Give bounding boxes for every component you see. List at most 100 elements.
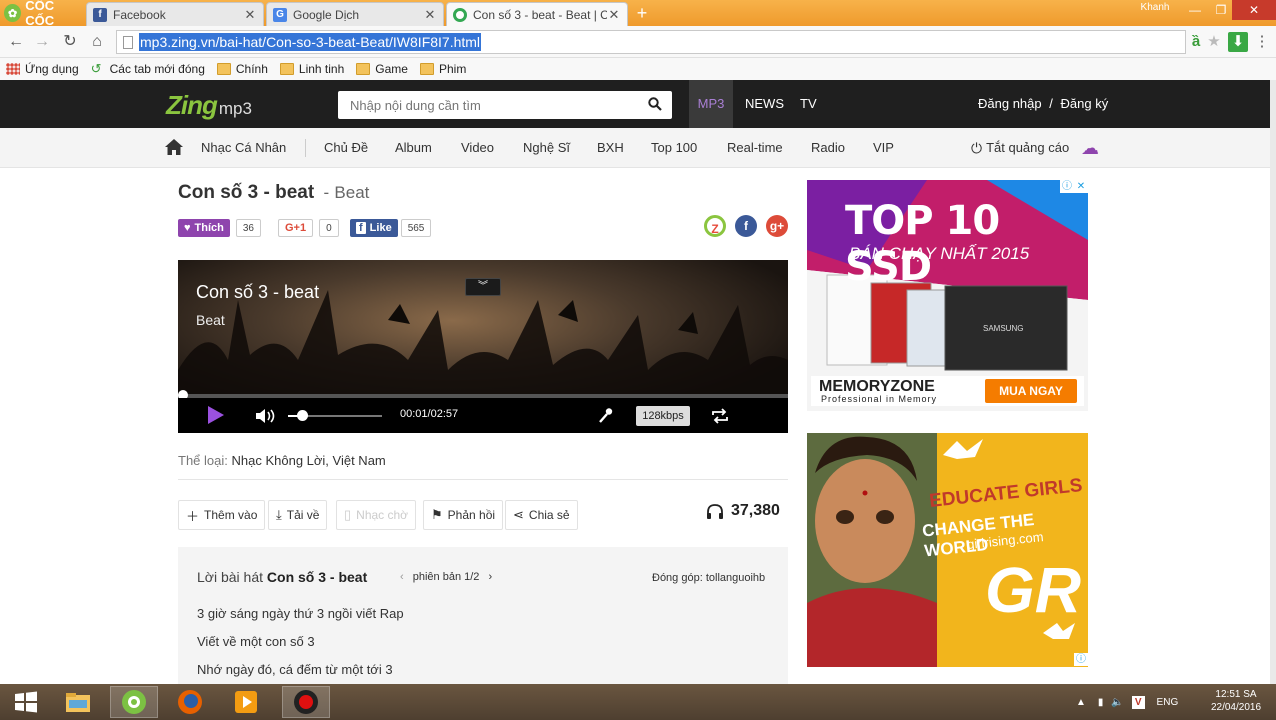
tab-google-translate[interactable]: G Google Dịch ✕: [266, 2, 444, 26]
educate-girls-advertisement[interactable]: EDUCATE GIRLS CHANGE THE WORLD girlrisin…: [807, 433, 1088, 667]
bookmark-folder-phim[interactable]: Phim: [419, 62, 466, 76]
register-link[interactable]: Đăng ký: [1061, 96, 1109, 111]
lyric-line: 3 giờ sáng ngày thứ 3 ngồi viết Rap: [197, 606, 404, 621]
adchoices-icon[interactable]: ⓘ: [1060, 180, 1074, 193]
menu-icon[interactable]: ⋮: [1252, 32, 1272, 52]
start-button[interactable]: [2, 686, 50, 718]
menu-item-radio[interactable]: Radio: [811, 128, 845, 168]
bookmark-apps[interactable]: Ứng dụng: [6, 62, 79, 76]
quality-selector[interactable]: 128kbps: [636, 406, 690, 426]
ringback-button[interactable]: ▯ Nhạc chờ: [336, 500, 417, 530]
ad1-buy-button[interactable]: MUA NGAY: [985, 384, 1077, 398]
reload-icon[interactable]: ↻: [60, 32, 80, 52]
bookmark-recent-tabs[interactable]: ↺ Các tab mới đóng: [91, 62, 205, 76]
taskbar-clock[interactable]: 12:51 SA 22/04/2016: [1204, 688, 1268, 714]
top-nav-tv[interactable]: TV: [800, 80, 817, 128]
web-page: Zing mp3 MP3 NEWS TV Đăng nhập / Đăng ký…: [0, 80, 1270, 684]
menu-item-real-time[interactable]: Real-time: [727, 128, 783, 168]
unikey-icon[interactable]: V: [1131, 695, 1145, 709]
like-button[interactable]: ♥ Thích: [178, 219, 230, 237]
tab-title: Facebook: [113, 7, 166, 22]
play-icon[interactable]: [208, 406, 224, 424]
genre-value[interactable]: Nhạc Không Lời, Việt Nam: [232, 453, 386, 468]
top-nav-mp3[interactable]: MP3: [689, 80, 733, 128]
disable-ads-toggle[interactable]: ⏻ Tắt quảng cáo: [971, 128, 1069, 168]
address-bar[interactable]: mp3.zing.vn/bai-hat/Con-so-3-beat-Beat/I…: [116, 30, 1186, 54]
tray-expand-icon[interactable]: ▲: [1076, 697, 1086, 708]
media-player-taskbar-button[interactable]: [222, 686, 270, 718]
audio-player: Con số 3 - beat Beat ︾ 00:01/02:57 128kb…: [178, 260, 788, 433]
bookmark-folder-chinh[interactable]: Chính: [216, 62, 268, 76]
volume-handle[interactable]: [297, 410, 308, 421]
menu-item-album[interactable]: Album: [395, 128, 432, 168]
file-explorer-button[interactable]: [54, 686, 102, 718]
close-tab-icon[interactable]: ✕: [607, 7, 621, 23]
back-arrow-icon[interactable]: ←: [6, 32, 26, 52]
zing-mp3-logo[interactable]: Zing mp3: [166, 90, 252, 121]
close-window-icon[interactable]: ✕: [1232, 0, 1276, 20]
login-link[interactable]: Đăng nhập: [978, 96, 1042, 111]
feedback-button[interactable]: ⚑ Phản hồi: [423, 500, 504, 530]
page-scrollbar[interactable]: [1270, 80, 1276, 684]
top-nav-news[interactable]: NEWS: [745, 80, 784, 128]
recorder-taskbar-button[interactable]: [282, 686, 330, 718]
google-plus-share-icon[interactable]: g+: [766, 215, 788, 237]
chevron-left-icon[interactable]: ‹: [400, 571, 404, 583]
home-icon[interactable]: [164, 138, 184, 156]
network-icon[interactable]: ▮: [1098, 697, 1104, 708]
bookmark-star-icon[interactable]: ★: [1204, 32, 1224, 52]
close-tab-icon[interactable]: ✕: [243, 7, 257, 23]
contributor-name[interactable]: tollanguoihb: [706, 572, 765, 584]
share-button[interactable]: ⋖ Chia sẻ: [505, 500, 578, 530]
collapse-chevron-icon[interactable]: ︾: [465, 278, 501, 296]
coccoc-menu-button[interactable]: ✿ CỐC CỐC: [0, 0, 84, 28]
volume-icon[interactable]: [254, 407, 278, 425]
new-tab-button[interactable]: +: [632, 4, 652, 22]
menu-item-vip[interactable]: VIP: [873, 128, 894, 168]
home-icon[interactable]: ⌂: [87, 32, 107, 52]
add-to-playlist-button[interactable]: ＋ Thêm vào: [178, 500, 266, 530]
contributor-label: Đóng góp:: [652, 572, 703, 584]
coccoc-dictionary-icon[interactable]: ȁ: [1186, 32, 1206, 52]
ad-close-icon[interactable]: ✕: [1074, 180, 1088, 193]
repeat-icon[interactable]: [710, 407, 730, 425]
menu-item-chu-de[interactable]: Chủ Đề: [324, 128, 368, 168]
song-artist-link[interactable]: Beat: [334, 183, 369, 202]
menu-item-top-100[interactable]: Top 100: [651, 128, 697, 168]
search-input[interactable]: [350, 97, 640, 113]
gplus-button[interactable]: G+1: [278, 219, 314, 237]
bookmark-folder-linh-tinh[interactable]: Linh tinh: [279, 62, 344, 76]
player-artist[interactable]: Beat: [196, 312, 225, 328]
download-icon[interactable]: ⬇: [1228, 32, 1248, 52]
auth-links: Đăng nhập / Đăng ký: [978, 80, 1108, 128]
url-text[interactable]: mp3.zing.vn/bai-hat/Con-so-3-beat-Beat/I…: [139, 33, 482, 51]
coccoc-taskbar-button[interactable]: [110, 686, 158, 718]
chevron-right-icon[interactable]: ›: [488, 571, 492, 583]
facebook-share-icon[interactable]: f: [735, 215, 757, 237]
firefox-taskbar-button[interactable]: [166, 686, 214, 718]
menu-item-nghe-si[interactable]: Nghệ Sĩ: [523, 128, 570, 168]
bookmark-folder-game[interactable]: Game: [356, 62, 408, 76]
menu-item-bxh[interactable]: BXH: [597, 128, 624, 168]
forward-arrow-icon[interactable]: →: [32, 32, 52, 52]
close-tab-icon[interactable]: ✕: [423, 7, 437, 23]
user-profile-badge[interactable]: Khanh: [1132, 0, 1178, 16]
zing-share-icon[interactable]: Z: [704, 215, 726, 237]
record-icon: [294, 690, 318, 714]
search-icon[interactable]: [648, 97, 662, 111]
ssd-advertisement[interactable]: TOP 10 SSD BÁN CHẠY NHẤT 2015 SAMSUNG ME…: [807, 180, 1088, 411]
upload-cloud-icon[interactable]: ☁: [1081, 128, 1099, 168]
coccoc-icon: [122, 690, 146, 714]
menu-item-nhac-ca-nhan[interactable]: Nhạc Cá Nhân: [201, 128, 286, 168]
download-button[interactable]: ⤓ Tải về: [268, 500, 328, 530]
adchoices-icon[interactable]: ⓘ: [1074, 653, 1088, 666]
volume-tray-icon[interactable]: 🔈: [1111, 697, 1123, 708]
tab-facebook[interactable]: f Facebook ✕: [86, 2, 264, 26]
menu-item-video[interactable]: Video: [461, 128, 494, 168]
facebook-like-button[interactable]: f Like: [350, 219, 398, 237]
tab-zing-song[interactable]: Con số 3 - beat - Beat | Ca ✕: [446, 2, 628, 26]
karaoke-mic-icon[interactable]: [598, 407, 614, 425]
input-language[interactable]: ENG: [1157, 697, 1179, 708]
minimize-icon[interactable]: —: [1182, 0, 1208, 20]
restore-icon[interactable]: ❐: [1208, 0, 1234, 20]
